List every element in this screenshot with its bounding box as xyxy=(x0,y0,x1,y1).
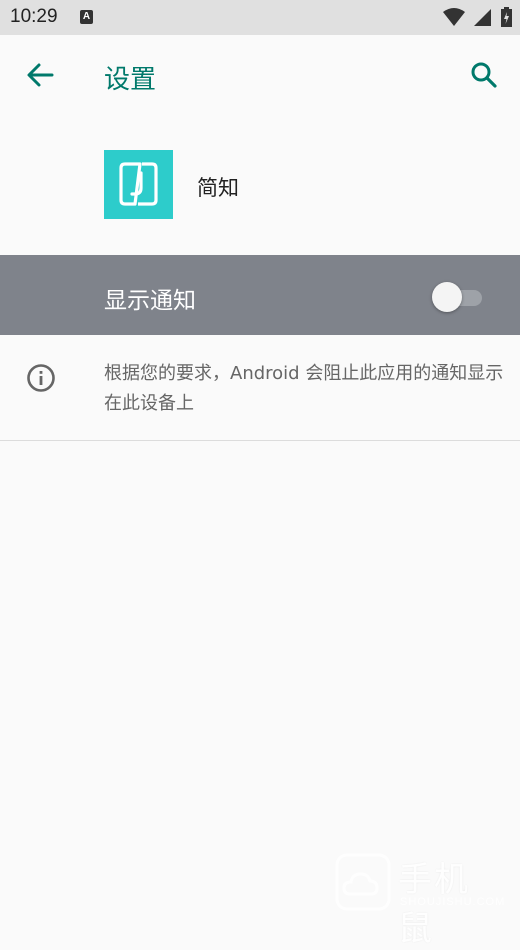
status-icons xyxy=(439,7,512,27)
info-icon xyxy=(26,363,56,393)
search-icon xyxy=(471,62,497,88)
cloud-logo-icon xyxy=(335,853,391,911)
switch-thumb xyxy=(432,282,462,312)
status-time: 10:29 xyxy=(10,6,58,27)
watermark: 手机鼠 SHOUJISHU.COM xyxy=(334,852,506,949)
search-button[interactable] xyxy=(464,55,504,95)
notification-a-icon: A xyxy=(80,10,93,24)
back-button[interactable] xyxy=(20,55,60,95)
app-name: 简知 xyxy=(197,176,239,200)
app-bar: 设置 xyxy=(0,35,520,115)
app-icon xyxy=(104,150,173,219)
app-logo-icon xyxy=(119,162,158,206)
page-title: 设置 xyxy=(104,65,157,95)
battery-icon xyxy=(501,7,512,27)
signal-icon xyxy=(473,9,491,26)
arrow-back-icon xyxy=(27,63,54,87)
show-notifications-row[interactable]: 显示通知 xyxy=(0,255,520,335)
info-text: 根据您的要求，Android 会阻止此应用的通知显示在此设备上 xyxy=(104,363,504,414)
wifi-icon xyxy=(442,8,465,26)
app-header: 简知 xyxy=(0,115,520,255)
show-notifications-label: 显示通知 xyxy=(104,288,196,314)
watermark-subtitle: SHOUJISHU.COM xyxy=(400,896,506,908)
show-notifications-switch[interactable] xyxy=(432,282,484,312)
info-row: 根据您的要求，Android 会阻止此应用的通知显示在此设备上 xyxy=(0,335,520,441)
status-bar: 10:29 A xyxy=(0,0,520,35)
